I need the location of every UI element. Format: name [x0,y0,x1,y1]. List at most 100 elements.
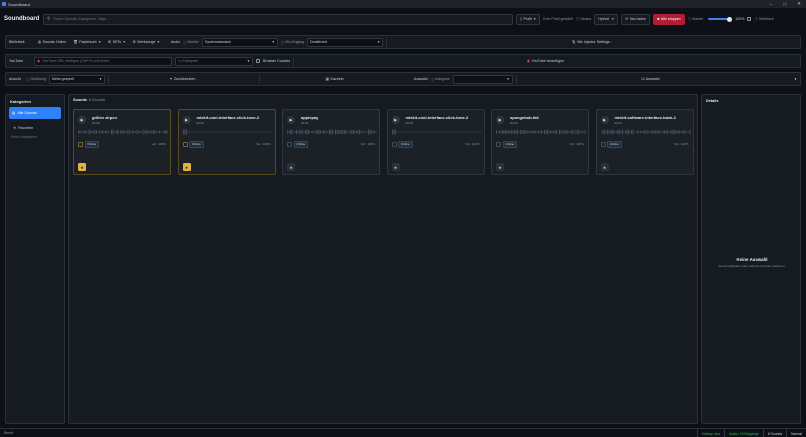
no-categories-text: Keine Kategorien [11,135,38,139]
sounds-count: 6 Sounds [88,98,105,102]
output-toggle[interactable] [78,141,83,147]
sound-duration: 00:01 [301,121,309,125]
audio-label: Audio [170,40,181,44]
sound-duration: 00:00 [405,121,414,125]
sidebar-item-all-sounds[interactable]: ▤ Alle Sounds [9,107,61,119]
sound-card[interactable]: ▶ mixkit-cool-interface-click-tone-2 00:00… [177,109,276,175]
info-icon: ⓘ [183,40,187,45]
search-placeholder: Suche Sounds, Kategorien, Tags... [53,17,109,21]
stop-icon: ■ [657,17,660,21]
sound-volume: Vol.: 100% [674,142,689,146]
werkzeuge-dropdown[interactable]: ⚙ Werkzeuge ▼ [131,38,162,47]
mic-select[interactable]: Deaktiviert ▼ [307,37,384,47]
sounds-online-button[interactable]: ◍ Sounds Online [36,38,68,47]
waveform[interactable] [496,129,586,135]
auswahl-button[interactable]: ☑ Auswahl ▼ [515,74,797,84]
sounds-header: Sounds 6 Sounds [73,98,105,102]
output-row: Online [287,140,309,148]
sets-icon: ⊞ [108,40,112,44]
window-controls: – □ ✕ [764,0,806,8]
output-toggle[interactable] [182,141,188,147]
waveform[interactable] [287,129,377,135]
sound-card[interactable]: ▶ grillen zirpen 00:06 Online Vol.: 100% ★ [73,109,171,175]
youtube-icon: ◉ [37,59,41,63]
reset-filter-button[interactable]: ⏷ Zurücksetzen [108,74,256,84]
sound-volume: Vol.: 100% [151,142,166,146]
master-volume-slider[interactable] [708,16,733,22]
sets-dropdown[interactable]: ⊞ SETs ▼ [106,38,127,47]
modus-select[interactable]: Hybrid ▼ [594,13,619,25]
sortierung-select[interactable]: Meist gespielt ▼ [49,74,106,84]
output-toggle[interactable] [391,141,397,147]
sound-name: mixkit-software-interface-back-2 [614,115,676,120]
sidebar-item-favoriten[interactable]: ★ Favoriten [9,123,61,133]
sound-volume: Vol.: 100% [360,142,375,146]
favorite-star-icon[interactable]: ★ [182,163,191,171]
sound-volume: Vol.: 100% [256,142,271,146]
app-icon [2,2,6,6]
output-row: Online [182,140,204,148]
favorite-star-icon[interactable]: ★ [496,163,504,171]
sound-name: spongebob-fail [510,115,539,120]
monitor-select[interactable]: Systemstandard ▼ [201,37,278,47]
stop-all-button[interactable]: ■ Alle stoppen [653,13,685,25]
sound-name: applepay [301,115,319,120]
mehrfach-checkbox[interactable] [747,17,752,21]
globe-icon: ◍ [38,40,42,44]
close-icon[interactable]: ✕ [792,0,806,8]
mode-status: Normal [786,429,806,437]
play-icon[interactable]: ▶ [287,116,295,124]
waveform[interactable] [182,129,273,135]
info-icon: ⓘ [575,16,580,21]
search-input[interactable]: ⚲ Suche Sounds, Kategorien, Tags... [43,13,513,25]
trash-icon: 🗑 [73,40,78,44]
modus-label: ⓘ Modus [575,16,592,22]
browser-cookies-checkbox[interactable] [256,59,260,63]
sound-card[interactable]: ▶ mixkit-cool-interface-click-tone-2 00:00… [386,109,485,175]
favorite-star-icon[interactable]: ★ [391,163,400,171]
output-badge: Online [189,140,204,148]
play-icon[interactable]: ▶ [600,116,609,124]
play-icon[interactable]: ▶ [182,116,191,124]
audio-status: Audio: 15 Eingänge [724,429,763,437]
chevron-down-icon: ▼ [247,59,250,63]
minimize-icon[interactable]: – [764,0,778,8]
play-icon[interactable]: ▶ [391,116,400,124]
maximize-icon[interactable]: □ [778,0,792,8]
info-icon: ⓘ [754,16,759,21]
info-icon: ⓘ [687,16,692,21]
output-toggle[interactable] [496,141,501,147]
folder-icon: ▤ [12,111,16,115]
sound-card[interactable]: ▶ spongebob-fail 00:03 Online Vol.: 100% ★ [491,109,589,175]
details-panel: Details Keine Auswahl Sound anklicken od… [701,94,801,424]
hotkey-status: Hotkey: Aus [697,429,724,437]
papierkorb-dropdown[interactable]: 🗑 Papierkorb ▼ [71,38,103,47]
youtube-url-input[interactable]: ◉ YouTube URL einfügen (Ctrl+V) und Ente… [34,56,172,66]
waveform[interactable] [78,129,168,135]
output-toggle[interactable] [600,141,606,147]
favorite-star-icon[interactable]: ★ [287,163,295,171]
sound-card[interactable]: ▶ mixkit-software-interface-back-2 00:01 On… [595,109,694,175]
waveform[interactable] [600,129,691,135]
play-icon[interactable]: ▶ [496,116,504,124]
add-youtube-button[interactable]: ◉ YouTube hinzufügen [293,56,797,66]
mic-label: ⓘ Mic-Eingang [280,40,305,45]
sound-card[interactable]: ▶ applepay 00:01 Online Vol.: 100% ★ [282,109,380,175]
slider-thumb[interactable] [727,16,733,22]
favorite-star-icon[interactable]: ★ [78,163,86,171]
window-title: Soundboard [8,1,30,7]
chevron-down-icon: ▼ [98,40,102,44]
auswahl-kategorie-select[interactable]: ▼ [452,74,513,84]
favorite-star-icon[interactable]: ★ [600,163,609,171]
profile-dropdown[interactable]: ▯ Profil ▼ [516,13,541,25]
youtube-kategorie-select[interactable]: ▭ Kategorie ▼ [175,56,253,66]
waveform[interactable] [391,129,482,135]
reload-icon: ⟳ [625,17,629,21]
sortierung-label: ⓘ Sortierung [26,77,47,82]
output-toggle[interactable] [287,141,292,147]
reload-button[interactable]: ⟳ Neu laden [621,13,651,25]
kacheln-button[interactable]: ▦ Kacheln [259,74,409,84]
play-icon[interactable]: ▶ [78,116,86,124]
output-row: Online [496,140,518,148]
mic-injector-settings-button[interactable]: 🎙 Mic Injector Settings... [386,37,797,47]
